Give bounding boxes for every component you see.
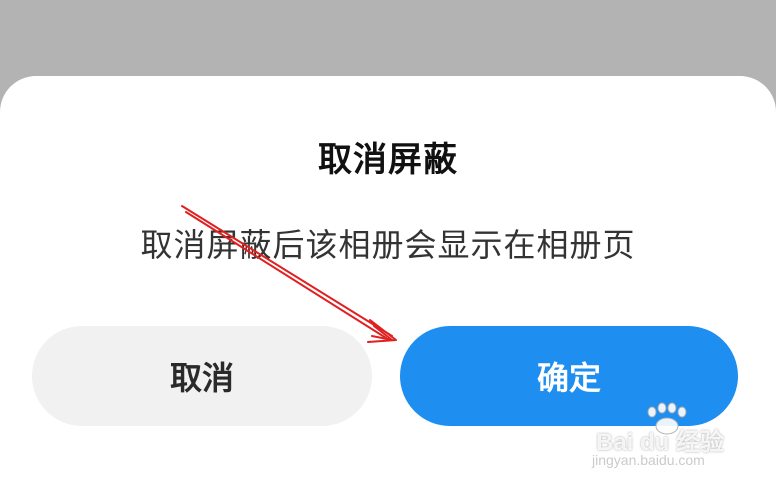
dialog-title: 取消屏蔽 bbox=[318, 140, 458, 180]
confirm-button[interactable]: 确定 bbox=[400, 326, 738, 426]
cancel-button[interactable]: 取消 bbox=[32, 326, 372, 426]
dialog-message: 取消屏蔽后该相册会显示在相册页 bbox=[140, 226, 636, 264]
